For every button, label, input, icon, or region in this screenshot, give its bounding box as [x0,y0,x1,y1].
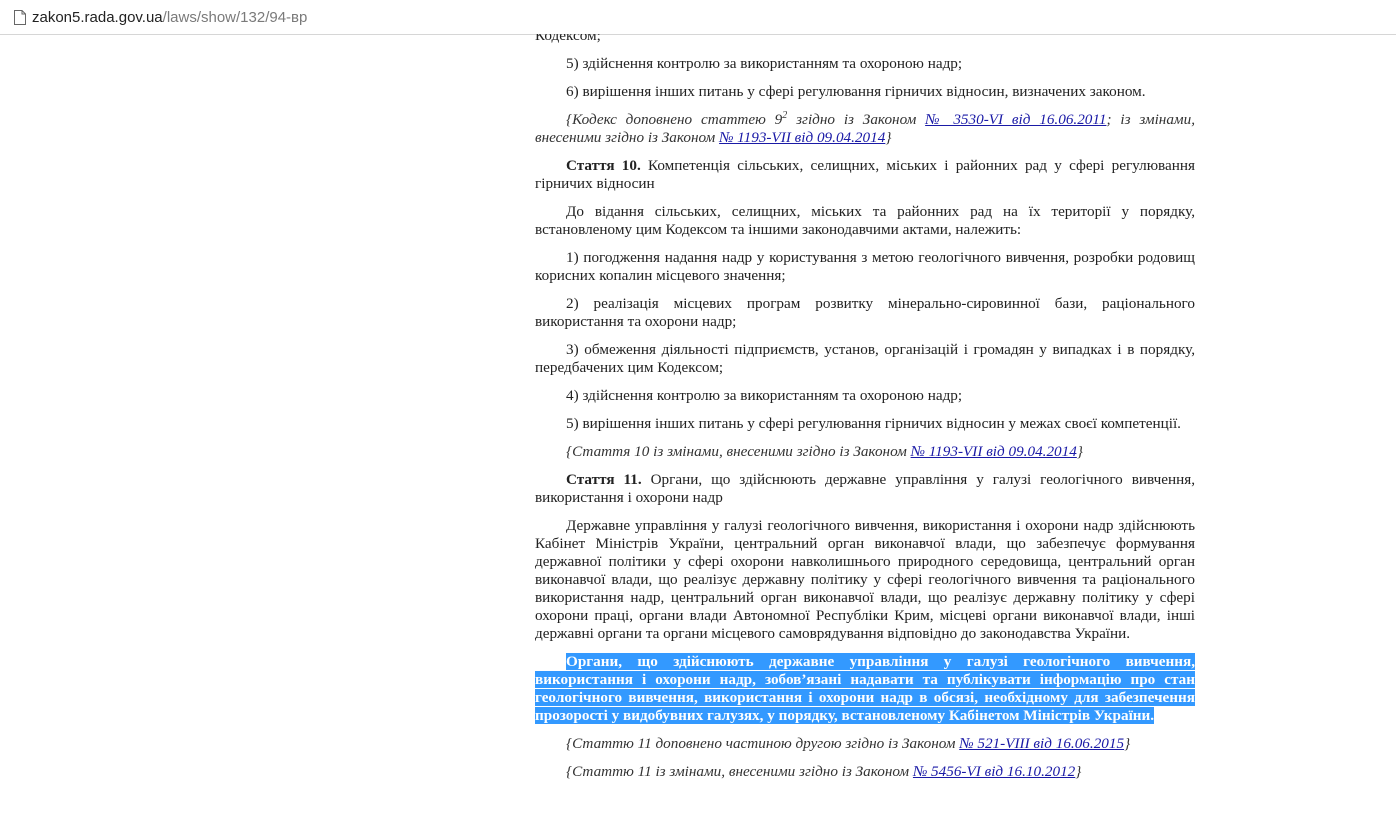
law-link[interactable]: № 1193-VII від 09.04.2014 [719,129,885,146]
law-link[interactable]: № 1193-VII від 09.04.2014 [911,443,1077,460]
paragraph: 4) здійснення контролю за використанням … [566,387,963,404]
article-number: Стаття 11. [566,471,642,488]
paragraph: 2) реалізація місцевих програм розвитку … [535,295,1195,330]
url-host: zakon5.rada.gov.ua [32,8,163,26]
article-number: Стаття 10. [566,157,641,174]
article-heading: Стаття 10. Компетенція сільських, селищн… [535,157,1195,193]
address-bar[interactable]: zakon5.rada.gov.ua/laws/show/132/94-вр [0,0,1396,35]
paragraph: До відання сільських, селищних, міських … [535,203,1195,238]
law-link[interactable]: № 521-VIII від 16.06.2015 [959,735,1124,752]
page-icon [14,9,26,25]
paragraph: 3) обмеження діяльності підприємств, уст… [535,341,1195,376]
article-heading: Стаття 11. Органи, що здійснюють державн… [535,471,1195,507]
selected-paragraph[interactable]: Органи, що здійснюють державне управлінн… [535,653,1195,725]
law-link[interactable]: № 5456-VI від 16.10.2012 [913,763,1075,780]
paragraph: Державне управління у галузі геологічног… [535,517,1195,642]
paragraph: 5) вирішення інших питань у сфері регулю… [566,415,1181,432]
url-path: /laws/show/132/94-вр [162,8,308,26]
paragraph: 1) погодження надання надр у користуванн… [535,249,1195,284]
amendment-note: {Статтю 11 із змінами, внесеними згідно … [566,763,1082,780]
paragraph: 5) здійснення контролю за використанням … [566,55,963,72]
text-selection: Органи, що здійснюють державне управлінн… [535,653,1195,724]
amendment-note: {Статтю 11 доповнено частиною другою згі… [566,735,1131,752]
law-link[interactable]: № 3530-VI від 16.06.2011 [925,111,1106,128]
paragraph: Кодексом; [535,34,601,44]
paragraph: 6) вирішення інших питань у сфері регулю… [566,83,1146,100]
law-text: Кодексом; 5) здійснення контролю за вико… [535,34,1195,824]
amendment-note: {Кодекс доповнено статтею 92 згідно із З… [535,109,1195,146]
amendment-note: {Стаття 10 із змінами, внесеними згідно … [566,443,1083,460]
